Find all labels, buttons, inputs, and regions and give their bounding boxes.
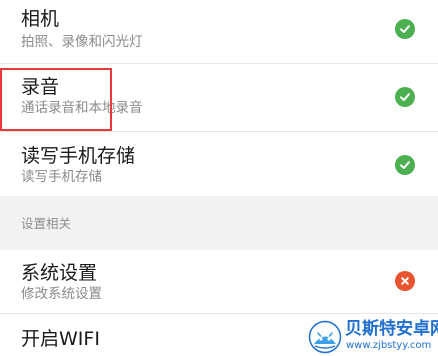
setting-row-system[interactable]: 系统设置 修改系统设置 [0, 250, 438, 313]
close-icon[interactable] [395, 271, 415, 291]
setting-subtitle: 修改系统设置 [21, 286, 102, 302]
watermark: 贝斯特安卓网 www.zjbstyy.com [300, 318, 438, 356]
setting-title: 开启WIFI [21, 328, 100, 350]
permission-row-storage[interactable]: 读写手机存储 读写手机存储 [0, 132, 438, 196]
permission-row-camera[interactable]: 相机 拍照、录像和闪光灯 [0, 0, 438, 63]
permission-title: 相机 [21, 8, 60, 30]
watermark-name: 贝斯特安卓网 [345, 319, 438, 339]
permission-title: 读写手机存储 [21, 145, 136, 167]
section-header-label: 设置相关 [21, 216, 72, 231]
android-robot-icon [308, 320, 342, 354]
permission-subtitle: 通话录音和本地录音 [21, 100, 143, 116]
setting-title: 系统设置 [21, 262, 98, 284]
check-icon[interactable] [395, 19, 415, 39]
check-icon[interactable] [395, 155, 415, 175]
section-header-settings: 设置相关 [0, 196, 438, 250]
permission-title: 录音 [21, 76, 60, 98]
check-icon[interactable] [395, 87, 415, 107]
permission-settings-screen: 相机 拍照、录像和闪光灯 录音 通话录音和本地录音 读写手机存储 读写手机存储 … [0, 0, 438, 356]
permission-row-record[interactable]: 录音 通话录音和本地录音 [0, 64, 438, 131]
permission-subtitle: 读写手机存储 [21, 169, 102, 185]
watermark-url: www.zjbstyy.com [346, 340, 432, 351]
permission-subtitle: 拍照、录像和闪光灯 [21, 34, 143, 50]
